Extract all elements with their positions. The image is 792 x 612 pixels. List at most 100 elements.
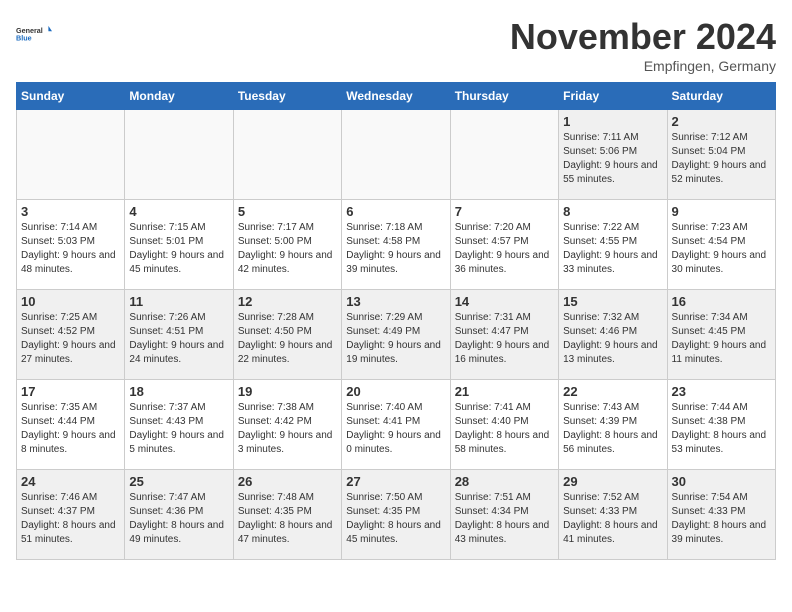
calendar-cell: 11Sunrise: 7:26 AMSunset: 4:51 PMDayligh… bbox=[125, 290, 233, 380]
day-info: Sunrise: 7:23 AMSunset: 4:54 PMDaylight:… bbox=[672, 221, 771, 277]
calendar-cell: 26 Sunrise: 7:48 AMSunset: 4:35 PMDayligh… bbox=[233, 470, 341, 560]
day-number: 22 bbox=[563, 384, 662, 399]
calendar-cell: 17 Sunrise: 7:35 AMSunset: 4:44 PMDayligh… bbox=[17, 380, 125, 470]
day-number: 13 bbox=[346, 294, 445, 309]
calendar-cell: 28 Sunrise: 7:51 AMSunset: 4:34 PMDayligh… bbox=[450, 470, 558, 560]
day-info: Sunrise: 7:47 AMSunset: 4:36 PMDaylight:… bbox=[129, 491, 228, 547]
day-number: 26 bbox=[238, 474, 337, 489]
day-info: Sunrise: 7:31 AMSunset: 4:47 PMDaylight:… bbox=[455, 311, 554, 367]
calendar-cell bbox=[17, 110, 125, 200]
day-info: Sunrise: 7:22 AMSunset: 4:55 PMDaylight:… bbox=[563, 221, 662, 277]
day-number: 25 bbox=[129, 474, 228, 489]
day-number: 2 bbox=[672, 114, 771, 129]
title-area: November 2024 Empfingen, Germany bbox=[510, 16, 776, 74]
calendar-cell bbox=[125, 110, 233, 200]
calendar-cell bbox=[233, 110, 341, 200]
day-number: 21 bbox=[455, 384, 554, 399]
day-number: 1 bbox=[563, 114, 662, 129]
day-number: 10 bbox=[21, 294, 120, 309]
calendar-cell: 8 Sunrise: 7:22 AMSunset: 4:55 PMDaylight… bbox=[559, 200, 667, 290]
day-number: 12 bbox=[238, 294, 337, 309]
week-row-3: 10 Sunrise: 7:25 AMSunset: 4:52 PMDayligh… bbox=[17, 290, 776, 380]
day-number: 15 bbox=[563, 294, 662, 309]
calendar-cell: 24 Sunrise: 7:46 AMSunset: 4:37 PMDayligh… bbox=[17, 470, 125, 560]
calendar-cell: 2 Sunrise: 7:12 AMSunset: 5:04 PMDaylight… bbox=[667, 110, 775, 200]
week-row-1: 1 Sunrise: 7:11 AMSunset: 5:06 PMDaylight… bbox=[17, 110, 776, 200]
day-info: Sunrise: 7:48 AMSunset: 4:35 PMDaylight:… bbox=[238, 491, 337, 547]
header-friday: Friday bbox=[559, 83, 667, 110]
header-saturday: Saturday bbox=[667, 83, 775, 110]
day-info: Sunrise: 7:52 AMSunset: 4:33 PMDaylight:… bbox=[563, 491, 662, 547]
day-number: 8 bbox=[563, 204, 662, 219]
day-number: 9 bbox=[672, 204, 771, 219]
calendar-cell: 20Sunrise: 7:40 AMSunset: 4:41 PMDayligh… bbox=[342, 380, 450, 470]
day-info: Sunrise: 7:38 AMSunset: 4:42 PMDaylight:… bbox=[238, 401, 337, 457]
calendar-cell: 25 Sunrise: 7:47 AMSunset: 4:36 PMDayligh… bbox=[125, 470, 233, 560]
day-info: Sunrise: 7:25 AMSunset: 4:52 PMDaylight:… bbox=[21, 311, 120, 367]
calendar-cell: 14 Sunrise: 7:31 AMSunset: 4:47 PMDayligh… bbox=[450, 290, 558, 380]
header-monday: Monday bbox=[125, 83, 233, 110]
day-info: Sunrise: 7:54 AMSunset: 4:33 PMDaylight:… bbox=[672, 491, 771, 547]
day-info: Sunrise: 7:50 AMSunset: 4:35 PMDaylight:… bbox=[346, 491, 445, 547]
calendar-cell: 27Sunrise: 7:50 AMSunset: 4:35 PMDayligh… bbox=[342, 470, 450, 560]
day-number: 14 bbox=[455, 294, 554, 309]
calendar-cell: 15Sunrise: 7:32 AMSunset: 4:46 PMDayligh… bbox=[559, 290, 667, 380]
day-number: 16 bbox=[672, 294, 771, 309]
day-info: Sunrise: 7:17 AMSunset: 5:00 PMDaylight:… bbox=[238, 221, 337, 277]
calendar-cell: 22 Sunrise: 7:43 AMSunset: 4:39 PMDayligh… bbox=[559, 380, 667, 470]
location: Empfingen, Germany bbox=[510, 58, 776, 74]
calendar-cell: 1 Sunrise: 7:11 AMSunset: 5:06 PMDaylight… bbox=[559, 110, 667, 200]
logo: General Blue bbox=[16, 16, 52, 52]
week-row-5: 24 Sunrise: 7:46 AMSunset: 4:37 PMDayligh… bbox=[17, 470, 776, 560]
calendar-table: SundayMondayTuesdayWednesdayThursdayFrid… bbox=[16, 82, 776, 560]
day-number: 24 bbox=[21, 474, 120, 489]
day-info: Sunrise: 7:11 AMSunset: 5:06 PMDaylight:… bbox=[563, 131, 662, 187]
header-tuesday: Tuesday bbox=[233, 83, 341, 110]
month-title: November 2024 bbox=[510, 16, 776, 58]
day-info: Sunrise: 7:28 AMSunset: 4:50 PMDaylight:… bbox=[238, 311, 337, 367]
day-info: Sunrise: 7:34 AMSunset: 4:45 PMDaylight:… bbox=[672, 311, 771, 367]
day-number: 4 bbox=[129, 204, 228, 219]
calendar-cell: 5 Sunrise: 7:17 AMSunset: 5:00 PMDaylight… bbox=[233, 200, 341, 290]
calendar-cell: 13 Sunrise: 7:29 AMSunset: 4:49 PMDayligh… bbox=[342, 290, 450, 380]
day-number: 7 bbox=[455, 204, 554, 219]
day-info: Sunrise: 7:18 AMSunset: 4:58 PMDaylight:… bbox=[346, 221, 445, 277]
day-info: Sunrise: 7:35 AMSunset: 4:44 PMDaylight:… bbox=[21, 401, 120, 457]
day-number: 17 bbox=[21, 384, 120, 399]
header-wednesday: Wednesday bbox=[342, 83, 450, 110]
calendar-cell: 3 Sunrise: 7:14 AMSunset: 5:03 PMDaylight… bbox=[17, 200, 125, 290]
day-info: Sunrise: 7:26 AMSunset: 4:51 PMDaylight:… bbox=[129, 311, 228, 367]
day-info: Sunrise: 7:43 AMSunset: 4:39 PMDaylight:… bbox=[563, 401, 662, 457]
day-number: 18 bbox=[129, 384, 228, 399]
day-number: 5 bbox=[238, 204, 337, 219]
day-number: 3 bbox=[21, 204, 120, 219]
calendar-cell: 4Sunrise: 7:15 AMSunset: 5:01 PMDaylight… bbox=[125, 200, 233, 290]
calendar-cell: 29Sunrise: 7:52 AMSunset: 4:33 PMDayligh… bbox=[559, 470, 667, 560]
day-info: Sunrise: 7:29 AMSunset: 4:49 PMDaylight:… bbox=[346, 311, 445, 367]
day-info: Sunrise: 7:44 AMSunset: 4:38 PMDaylight:… bbox=[672, 401, 771, 457]
header-sunday: Sunday bbox=[17, 83, 125, 110]
day-number: 6 bbox=[346, 204, 445, 219]
calendar-cell: 21Sunrise: 7:41 AMSunset: 4:40 PMDayligh… bbox=[450, 380, 558, 470]
day-info: Sunrise: 7:14 AMSunset: 5:03 PMDaylight:… bbox=[21, 221, 120, 277]
logo-graphic: General Blue bbox=[16, 16, 52, 52]
week-row-4: 17 Sunrise: 7:35 AMSunset: 4:44 PMDayligh… bbox=[17, 380, 776, 470]
calendar-cell: 23 Sunrise: 7:44 AMSunset: 4:38 PMDayligh… bbox=[667, 380, 775, 470]
calendar-cell: 19Sunrise: 7:38 AMSunset: 4:42 PMDayligh… bbox=[233, 380, 341, 470]
header-thursday: Thursday bbox=[450, 83, 558, 110]
day-info: Sunrise: 7:12 AMSunset: 5:04 PMDaylight:… bbox=[672, 131, 771, 187]
day-number: 23 bbox=[672, 384, 771, 399]
day-info: Sunrise: 7:51 AMSunset: 4:34 PMDaylight:… bbox=[455, 491, 554, 547]
calendar-cell bbox=[450, 110, 558, 200]
calendar-cell: 7Sunrise: 7:20 AMSunset: 4:57 PMDaylight… bbox=[450, 200, 558, 290]
header: General Blue November 2024 Empfingen, Ge… bbox=[16, 16, 776, 74]
calendar-cell: 18 Sunrise: 7:37 AMSunset: 4:43 PMDayligh… bbox=[125, 380, 233, 470]
day-info: Sunrise: 7:37 AMSunset: 4:43 PMDaylight:… bbox=[129, 401, 228, 457]
calendar-cell: 6 Sunrise: 7:18 AMSunset: 4:58 PMDaylight… bbox=[342, 200, 450, 290]
svg-text:Blue: Blue bbox=[16, 33, 32, 42]
calendar-cell: 12 Sunrise: 7:28 AMSunset: 4:50 PMDayligh… bbox=[233, 290, 341, 380]
day-number: 28 bbox=[455, 474, 554, 489]
day-info: Sunrise: 7:46 AMSunset: 4:37 PMDaylight:… bbox=[21, 491, 120, 547]
calendar-cell: 9 Sunrise: 7:23 AMSunset: 4:54 PMDaylight… bbox=[667, 200, 775, 290]
day-number: 20 bbox=[346, 384, 445, 399]
